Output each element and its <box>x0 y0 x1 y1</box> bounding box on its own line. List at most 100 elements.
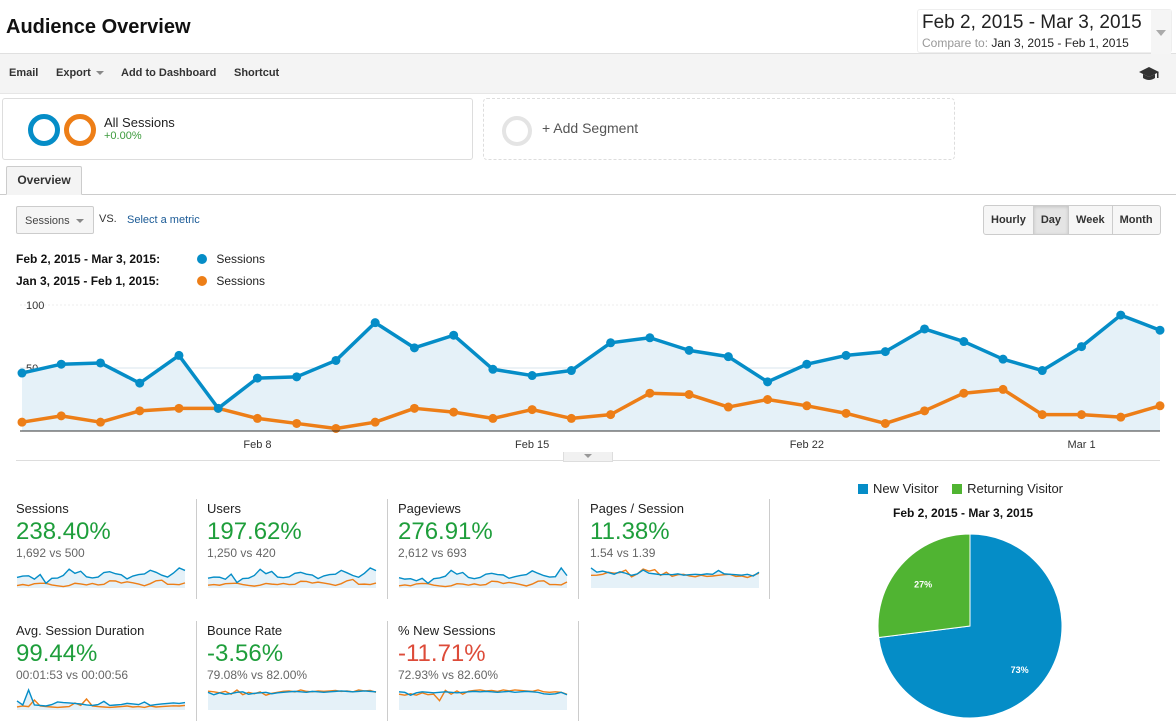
metric-card[interactable]: Pageviews276.91%2,612 vs 693 <box>398 501 578 601</box>
primary-data-point <box>1038 366 1047 375</box>
collapse-chart-handle[interactable] <box>563 452 613 462</box>
legend-dot-compare-icon <box>197 276 207 286</box>
granularity-week-button[interactable]: Week <box>1068 206 1112 234</box>
metric-compare-values: 2,612 vs 693 <box>398 546 467 560</box>
metric-label: Sessions <box>16 501 69 516</box>
pie-slice-label: 73% <box>1011 665 1029 675</box>
compare-data-point <box>57 411 66 420</box>
segment-ring-primary-icon <box>28 114 60 146</box>
metric-change: -3.56% <box>207 640 283 668</box>
metric-card[interactable]: Sessions238.40%1,692 vs 500 <box>16 501 196 601</box>
metric-sparkline <box>16 563 186 589</box>
compare-data-point <box>528 405 537 414</box>
segment-all-sessions[interactable]: All Sessions +0.00% <box>2 98 473 160</box>
compare-data-point <box>802 401 811 410</box>
primary-data-point <box>685 346 694 355</box>
legend-swatch-returning-icon <box>952 484 962 494</box>
primary-data-point <box>214 404 223 413</box>
compare-data-point <box>410 404 419 413</box>
primary-data-point <box>881 347 890 356</box>
primary-data-point <box>920 324 929 333</box>
segment-name: All Sessions <box>104 115 175 130</box>
chevron-down-icon[interactable] <box>1151 10 1171 54</box>
tab-overview[interactable]: Overview <box>6 166 82 195</box>
pie-slice-label: 27% <box>914 580 932 590</box>
legend-compare-range: Jan 3, 2015 - Feb 1, 2015: <box>16 274 194 288</box>
graduation-cap-icon[interactable] <box>1138 66 1160 82</box>
primary-data-point <box>18 369 27 378</box>
metric-label: Avg. Session Duration <box>16 623 144 638</box>
compare-data-point <box>331 424 340 433</box>
report-toolbar: Email Export Add to Dashboard Shortcut <box>0 54 1176 94</box>
primary-data-point <box>331 356 340 365</box>
primary-data-point <box>528 371 537 380</box>
email-button[interactable]: Email <box>9 67 38 79</box>
export-label: Export <box>56 67 91 79</box>
primary-data-point <box>96 358 105 367</box>
primary-data-point <box>292 372 301 381</box>
metric-compare-values: 72.93% vs 82.60% <box>398 668 498 682</box>
metric-label: Pages / Session <box>590 501 684 516</box>
compare-data-point <box>292 419 301 428</box>
metric-card[interactable]: Users197.62%1,250 vs 420 <box>207 501 387 601</box>
compare-data-point <box>645 389 654 398</box>
compare-data-point <box>449 408 458 417</box>
granularity-month-button[interactable]: Month <box>1112 206 1160 234</box>
legend-compare-name: Sessions <box>216 274 265 288</box>
metric-sparkline <box>398 563 568 589</box>
date-range-picker[interactable]: Feb 2, 2015 - Mar 3, 2015 Compare to: Ja… <box>917 9 1172 53</box>
primary-data-point <box>488 365 497 374</box>
metric-change: 238.40% <box>16 518 111 546</box>
x-tick-label: Feb 22 <box>790 439 824 451</box>
metric-sparkline <box>398 685 568 711</box>
card-divider <box>196 621 197 721</box>
compare-data-point <box>135 406 144 415</box>
primary-data-point <box>449 331 458 340</box>
select-metric-link[interactable]: Select a metric <box>127 214 200 226</box>
sparkline-primary-line <box>17 690 185 706</box>
granularity-hourly-button[interactable]: Hourly <box>984 206 1033 234</box>
page-title: Audience Overview <box>6 16 191 39</box>
compare-data-point <box>763 395 772 404</box>
pie-legend-new-label: New Visitor <box>873 481 939 496</box>
compare-data-point <box>371 418 380 427</box>
pie-legend-returning: Returning Visitor <box>952 481 1063 496</box>
metric-card[interactable]: Avg. Session Duration99.44%00:01:53 vs 0… <box>16 623 196 723</box>
shortcut-button[interactable]: Shortcut <box>234 67 279 79</box>
page-header: Audience Overview Feb 2, 2015 - Mar 3, 2… <box>0 0 1176 54</box>
metric-label: Bounce Rate <box>207 623 282 638</box>
primary-data-point <box>645 333 654 342</box>
metric-sparkline <box>207 563 377 589</box>
metric-label: Pageviews <box>398 501 461 516</box>
metric-card[interactable]: Bounce Rate-3.56%79.08% vs 82.00% <box>207 623 387 723</box>
primary-data-point <box>371 318 380 327</box>
primary-data-point <box>135 379 144 388</box>
metric-sparkline <box>590 563 760 589</box>
primary-data-point <box>1156 326 1165 335</box>
add-segment-button[interactable]: + Add Segment <box>483 98 955 160</box>
primary-data-point <box>802 360 811 369</box>
metric-card[interactable]: % New Sessions-11.71%72.93% vs 82.60% <box>398 623 578 723</box>
add-segment-label: + Add Segment <box>542 120 638 136</box>
compare-data-point <box>1116 413 1125 422</box>
caret-down-icon <box>96 71 104 75</box>
compare-range-row: Compare to: Jan 3, 2015 - Feb 1, 2015 <box>922 36 1129 50</box>
visitor-type-pie-chart: 73% 27% <box>872 530 1072 727</box>
compare-data-point <box>959 389 968 398</box>
export-button[interactable]: Export <box>56 67 104 79</box>
compare-data-point <box>18 418 27 427</box>
primary-data-point <box>606 338 615 347</box>
card-divider <box>578 499 579 599</box>
metric-card[interactable]: Pages / Session11.38%1.54 vs 1.39 <box>590 501 770 601</box>
metric-select[interactable]: Sessions <box>16 206 94 234</box>
add-to-dashboard-button[interactable]: Add to Dashboard <box>121 67 216 79</box>
card-divider <box>578 621 579 721</box>
granularity-day-button[interactable]: Day <box>1033 206 1068 234</box>
x-tick-label: Mar 1 <box>1067 439 1095 451</box>
pie-legend: New Visitor Returning Visitor <box>858 481 1073 496</box>
legend-compare: Jan 3, 2015 - Feb 1, 2015: Sessions <box>16 274 265 288</box>
primary-data-point <box>724 352 733 361</box>
metric-label: Users <box>207 501 241 516</box>
date-range: Feb 2, 2015 - Mar 3, 2015 <box>922 12 1142 34</box>
segment-change: +0.00% <box>104 130 142 142</box>
